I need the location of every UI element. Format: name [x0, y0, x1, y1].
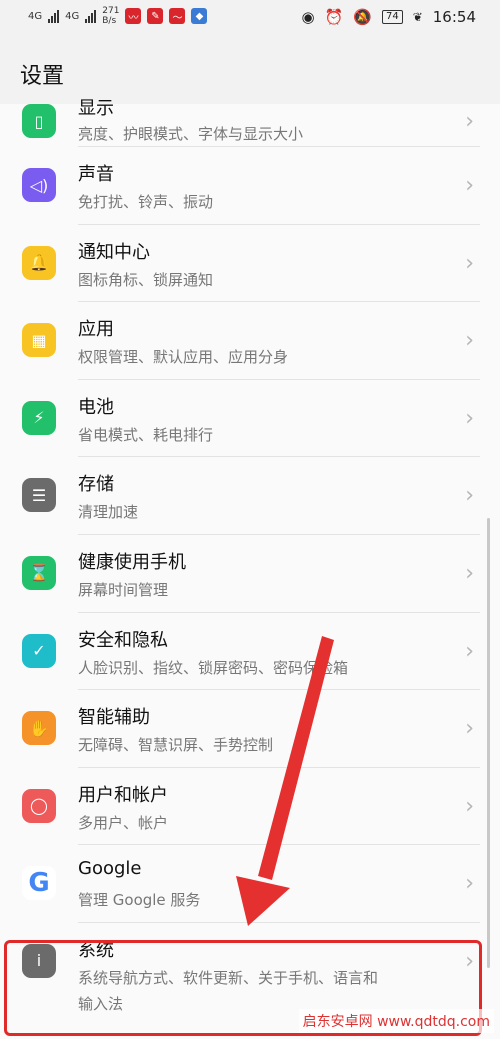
status-left: 4G 4G 271 B/s 〰 ✎ 〜 ◆	[28, 6, 208, 26]
leaf-icon: ❦	[412, 10, 423, 24]
settings-item-digital-balance[interactable]: ⌛ 健康使用手机 屏幕时间管理 ›	[0, 535, 500, 613]
settings-item-title: 健康使用手机	[78, 551, 186, 573]
bell-icon: 🔔	[22, 245, 56, 280]
settings-item-title: 显示	[78, 98, 114, 119]
notification-app-icon-1: 〰	[125, 8, 142, 24]
settings-item-subtitle: 省电模式、耗电排行	[78, 425, 214, 444]
settings-item-subtitle: 屏幕时间管理	[78, 580, 169, 599]
eye-icon: ◉	[301, 8, 315, 26]
storage-icon: ☰	[22, 478, 56, 513]
hourglass-icon: ⌛	[22, 555, 56, 590]
status-right: ◉ ⏰ 🔕 74 ❦ 16:54	[302, 8, 477, 26]
chevron-right-icon: ›	[465, 328, 474, 354]
chevron-right-icon: ›	[465, 871, 474, 897]
settings-item-users[interactable]: ◯ 用户和帐户多用户、帐户 ›	[0, 768, 500, 846]
google-icon: G	[22, 866, 56, 901]
settings-item-sound[interactable]: ◁) 声音免打扰、铃声、振动 ›	[0, 147, 500, 225]
user-icon: ◯	[22, 788, 56, 823]
speaker-icon: ◁)	[22, 168, 56, 202]
apps-icon: ▦	[22, 323, 56, 358]
settings-item-title: 通知中心	[78, 241, 150, 263]
settings-item-subtitle: 多用户、帐户	[78, 813, 169, 832]
network-type-2: 4G	[65, 10, 80, 22]
chevron-right-icon: ›	[465, 405, 474, 431]
shield-icon: ✓	[22, 633, 56, 668]
hand-icon: ✋	[22, 711, 56, 746]
clock: 16:54	[432, 8, 476, 26]
settings-item-title: 安全和隐私	[78, 629, 168, 651]
battery-level: 74	[381, 10, 403, 24]
settings-item-display[interactable]: ▯ 显示亮度、护眼模式、字体与显示大小 ›	[0, 98, 500, 147]
chevron-right-icon: ›	[465, 793, 474, 819]
settings-item-battery[interactable]: ⚡ 电池省电模式、耗电排行 ›	[0, 380, 500, 458]
settings-item-subtitle: 人脸识别、指纹、锁屏密码、密码保险箱	[78, 658, 349, 677]
chevron-right-icon: ›	[465, 560, 474, 586]
settings-item-subtitle: 亮度、护眼模式、字体与显示大小	[78, 125, 304, 143]
chevron-right-icon: ›	[465, 483, 474, 509]
signal-icon-2	[85, 9, 97, 23]
status-bar: 4G 4G 271 B/s 〰 ✎ 〜 ◆ ◉ ⏰ 🔕 74 ❦ 16:54	[0, 0, 500, 38]
watermark: 启东安卓网 www.qdtdq.com	[298, 1009, 494, 1033]
settings-item-storage[interactable]: ☰ 存储清理加速 ›	[0, 457, 500, 535]
settings-list: ▯ 显示亮度、护眼模式、字体与显示大小 › ◁) 声音免打扰、铃声、振动 › 🔔 通知中心图标…	[0, 98, 500, 1023]
settings-item-security[interactable]: ✓ 安全和隐私人脸识别、指纹、锁屏密码、密码保险箱 ›	[0, 613, 500, 691]
mute-icon: 🔕	[353, 8, 372, 26]
chevron-right-icon: ›	[465, 109, 474, 134]
display-icon: ▯	[22, 104, 56, 138]
notification-app-icon-2: ✎	[147, 8, 164, 24]
settings-item-title: 应用	[78, 319, 114, 341]
network-type-1: 4G	[28, 10, 43, 22]
settings-item-title: Google	[78, 858, 142, 880]
settings-item-title: 智能辅助	[78, 707, 150, 729]
speed-value: 271	[102, 6, 120, 16]
alarm-icon: ⏰	[324, 8, 344, 26]
settings-item-subtitle: 免打扰、铃声、振动	[78, 193, 214, 211]
settings-item-subtitle: 清理加速	[78, 503, 139, 522]
settings-item-subtitle: 无障碍、智慧识屏、手势控制	[78, 736, 274, 755]
chevron-right-icon: ›	[465, 250, 474, 276]
notification-app-icon-4: ◆	[191, 8, 208, 24]
header: 设置	[0, 38, 500, 104]
settings-item-subtitle: 权限管理、默认应用、应用分身	[78, 348, 289, 367]
settings-item-title: 声音	[78, 164, 114, 185]
page-title: 设置	[20, 64, 65, 89]
settings-item-title: 用户和帐户	[78, 784, 168, 806]
signal-icon	[48, 9, 60, 23]
speed-unit: B/s	[102, 16, 117, 26]
chevron-right-icon: ›	[465, 638, 474, 664]
settings-item-subtitle: 图标角标、锁屏通知	[78, 270, 214, 289]
chevron-right-icon: ›	[465, 173, 474, 198]
settings-item-title: 电池	[78, 396, 114, 418]
scrollbar[interactable]	[487, 518, 490, 968]
settings-item-subtitle: 管理 Google 服务	[78, 891, 201, 910]
settings-item-notification[interactable]: 🔔 通知中心图标角标、锁屏通知 ›	[0, 225, 500, 303]
battery-icon: ⚡	[22, 400, 56, 435]
settings-item-accessibility[interactable]: ✋ 智能辅助无障碍、智慧识屏、手势控制 ›	[0, 690, 500, 768]
network-speed: 271 B/s	[102, 6, 119, 26]
settings-item-google[interactable]: G Google 管理 Google 服务 ›	[0, 845, 500, 923]
chevron-right-icon: ›	[465, 716, 474, 742]
notification-app-icon-3: 〜	[169, 8, 186, 24]
settings-item-title: 存储	[78, 474, 114, 496]
settings-item-apps[interactable]: ▦ 应用权限管理、默认应用、应用分身 ›	[0, 302, 500, 380]
